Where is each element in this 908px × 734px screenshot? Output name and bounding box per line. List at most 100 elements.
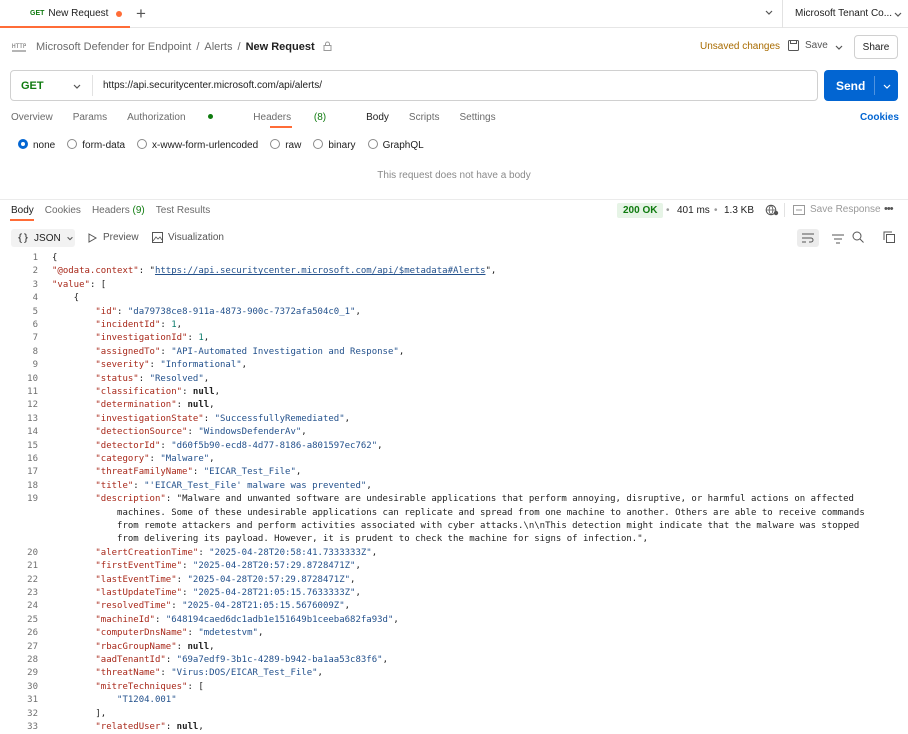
line-number: 11 [27,387,38,397]
status-badge[interactable]: 200 OK [617,203,664,218]
radio-icon [137,139,148,149]
body-type-radio-group: none form-data x-www-form-urlencoded raw… [18,139,424,151]
search-icon[interactable] [852,231,864,246]
code-line: "assignedTo": "API-Automated Investigati… [95,346,405,357]
code-line: "threatName": "Virus:DOS/EICAR_Test_File… [95,668,323,679]
radio-form-data-label: form-data [82,140,126,151]
breadcrumb-workspace[interactable]: Microsoft Defender for Endpoint [36,41,191,53]
image-icon [152,232,163,243]
line-number: 7 [32,333,38,344]
json-braces-icon: {} [17,232,30,244]
play-icon [88,232,97,243]
radio-form-data[interactable]: form-data [67,139,125,151]
line-number: 16 [27,454,38,464]
tab-params[interactable]: Params [73,112,107,123]
format-chevron-icon [66,236,73,241]
radio-none-label: none [33,140,56,151]
tabs-chevron-down-icon[interactable] [764,6,774,20]
breadcrumb-collection[interactable]: Alerts [204,41,232,53]
code-line: "firstEventTime": "2025-04-28T20:57:29.8… [95,561,361,572]
tab-authorization[interactable]: Authorization [127,112,233,123]
filter-icon[interactable] [832,233,844,247]
url-input[interactable]: https://api.securitycenter.microsoft.com… [103,80,322,91]
code-line: { [52,253,58,263]
request-tabs: Overview Params Authorization Headers (8… [11,112,516,123]
line-number: 27 [27,641,38,652]
tab-title: New Request [48,7,109,19]
radio-raw-label: raw [285,140,302,151]
unsaved-changes-label: Unsaved changes [700,41,781,52]
network-globe-icon[interactable] [765,204,779,219]
wrap-lines-icon[interactable] [797,229,819,247]
response-tabs: Body Cookies Headers (9) Test Results [11,205,210,216]
tab-scripts[interactable]: Scripts [409,112,440,123]
code-line: "detectorId": "d60f5b90-ecd8-4d77-8186-a… [95,440,383,451]
save-button[interactable]: Save [788,40,828,51]
more-options-icon[interactable]: ••• [884,203,894,215]
response-tab-cookies[interactable]: Cookies [45,205,81,216]
line-number: 22 [27,574,38,585]
radio-binary[interactable]: binary [313,139,356,151]
response-tab-test-results[interactable]: Test Results [156,205,210,216]
visualization-button[interactable]: Visualization [152,232,224,243]
radio-graphql-label: GraphQL [382,140,424,151]
breadcrumb-separator: / [237,41,241,53]
response-tab-headers[interactable]: Headers (9) [92,205,145,216]
method-chevron-icon[interactable] [72,80,82,94]
tab-body[interactable]: Body [366,112,389,123]
radio-none[interactable]: none [18,139,55,151]
radio-urlencoded[interactable]: x-www-form-urlencoded [137,139,258,151]
preview-button[interactable]: Preview [88,232,139,243]
line-number: 13 [27,413,38,424]
response-size[interactable]: 1.3 KB [724,205,754,216]
send-button[interactable]: Send [824,70,898,101]
code-line: "rbacGroupName": null, [95,641,215,652]
radio-selected-icon [18,139,28,149]
radio-icon [367,139,378,149]
dot-separator: • [714,205,718,216]
divider [874,76,875,95]
line-number: 31 [27,695,38,706]
code-line: "resolvedTime": "2025-04-28T21:05:15.567… [95,601,351,612]
code-line: ], [52,708,107,719]
response-tab-body[interactable]: Body [11,205,34,216]
code-line: "status": "Resolved", [95,373,210,384]
code-line: from delivering its payload. However, it… [52,534,649,545]
response-time[interactable]: 401 ms [677,205,710,216]
response-headers-label: Headers [91,205,130,216]
code-line: "detectionSource": "WindowsDefenderAv", [95,427,307,438]
code-line: "determination": null, [95,400,215,411]
authorization-status-dot [208,114,214,119]
url-bar: GET https://api.securitycenter.microsoft… [10,70,818,101]
environment-chevron-icon[interactable] [893,8,903,22]
tab-settings[interactable]: Settings [459,112,495,123]
tab-headers[interactable]: Headers (8) [253,112,346,123]
environment-selector[interactable]: Microsoft Tenant Co... [795,8,892,19]
copy-icon[interactable] [883,231,895,246]
format-select[interactable]: {} JSON [11,229,75,247]
send-options-chevron-icon[interactable] [882,80,892,94]
code-line: "severity": "Informational", [95,360,248,371]
method-select[interactable]: GET [21,80,44,92]
tab-new-request[interactable]: GET New Request [0,0,130,28]
cookies-link[interactable]: Cookies [860,112,899,123]
http-request-icon: HTTP [12,40,27,55]
no-body-message: This request does not have a body [377,170,531,181]
radio-graphql[interactable]: GraphQL [367,139,424,151]
line-number: 29 [27,668,38,679]
radio-icon [313,139,324,149]
tab-headers-label: Headers [253,112,292,123]
save-response-button[interactable]: Save Response [793,204,881,215]
format-label: JSON [34,232,61,244]
tab-overview[interactable]: Overview [11,112,53,123]
radio-raw[interactable]: raw [270,139,301,151]
radio-urlencoded-label: x-www-form-urlencoded [152,140,259,151]
line-number: 17 [27,467,38,478]
code-line: from remote attackers and perform activi… [52,521,860,531]
save-options-chevron-icon[interactable] [834,41,844,55]
line-number: 3 [32,279,38,290]
code-line: "aadTenantId": "69a7edf9-3b1c-4289-b942-… [95,655,388,665]
breadcrumb-current[interactable]: New Request [246,41,315,53]
share-button[interactable]: Share [854,35,898,59]
new-tab-plus-icon[interactable]: + [136,4,146,24]
